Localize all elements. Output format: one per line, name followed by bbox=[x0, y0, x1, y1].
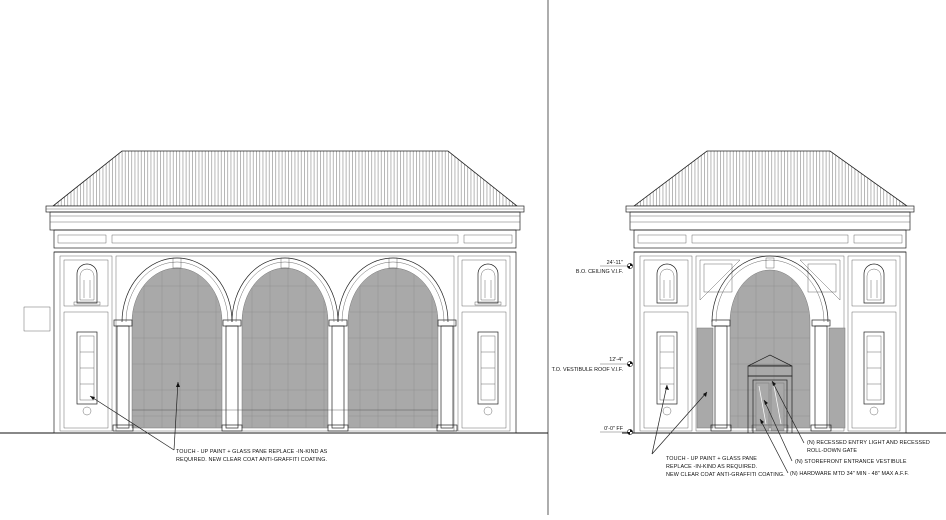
level-elevation-1: 24'-11" bbox=[607, 260, 623, 266]
right-elev-right-lower-window bbox=[863, 331, 885, 416]
adjacent-building-outline bbox=[23, 306, 51, 332]
right-pier-upper-window bbox=[474, 263, 502, 306]
left-arch-2 bbox=[231, 257, 339, 429]
level-marker-vestibule-roof: 12'-4" T.O. VESTIBULE ROOF V.I.F. bbox=[552, 357, 633, 373]
elevation-drawing-sheet: TOUCH - UP PAINT + GLASS PANE REPLACE -I… bbox=[0, 0, 946, 515]
left-pier-lower-window bbox=[76, 331, 98, 416]
level-elevation-2: 12'-4" bbox=[609, 357, 623, 363]
level-elevation-3: 0'-0" FF bbox=[604, 426, 624, 432]
left-note-line-2: REQUIRED. NEW CLEAR COAT ANTI-GRAFFITI C… bbox=[176, 457, 327, 463]
callout-vestibule: (N) STOREFRONT ENTRANCE VESTIBULE bbox=[795, 459, 907, 465]
right-elev-left-lower-window bbox=[656, 331, 678, 416]
callout-gate-line-2: ROLL-DOWN GATE bbox=[807, 448, 857, 454]
right-note-touchup-line-1: TOUCH - UP PAINT + GLASS PANE bbox=[666, 456, 757, 462]
left-pier-upper-window bbox=[73, 263, 101, 306]
left-note-line-1: TOUCH - UP PAINT + GLASS PANE REPLACE -I… bbox=[176, 449, 328, 455]
right-elev-left-upper-window bbox=[656, 263, 678, 304]
level-marker-ceiling: 24'-11" B.O. CEILING V.I.F. bbox=[576, 260, 633, 275]
left-hip-roof bbox=[51, 150, 519, 207]
left-arch-3 bbox=[337, 257, 449, 429]
right-cornice bbox=[629, 211, 911, 231]
level-name-2: T.O. VESTIBULE ROOF V.I.F. bbox=[552, 367, 623, 373]
callout-hardware: (N) HARDWARE MTD 34" MIN - 48" MAX A.F.F… bbox=[790, 471, 909, 477]
right-elev-right-upper-window bbox=[863, 263, 885, 304]
right-elevation: 24'-11" B.O. CEILING V.I.F. 12'-4" T.O. … bbox=[552, 150, 946, 478]
left-elevation: TOUCH - UP PAINT + GLASS PANE REPLACE -I… bbox=[0, 150, 548, 463]
left-cornice bbox=[49, 211, 521, 231]
right-note-touchup-line-2: REPLACE -IN-KIND AS REQUIRED. bbox=[666, 464, 757, 470]
right-pier-lower-window bbox=[477, 331, 499, 416]
right-hip-roof bbox=[632, 150, 909, 207]
right-note-touchup-line-3: NEW CLEAR COAT ANTI-GRAFFITI COATING. bbox=[666, 472, 785, 478]
callout-gate-line-1: (N) RECESSED ENTRY LIGHT AND RECESSED bbox=[807, 440, 930, 446]
level-marker-finish-floor: 0'-0" FF bbox=[600, 426, 633, 435]
left-frieze bbox=[53, 229, 517, 249]
level-name-1: B.O. CEILING V.I.F. bbox=[576, 269, 623, 275]
